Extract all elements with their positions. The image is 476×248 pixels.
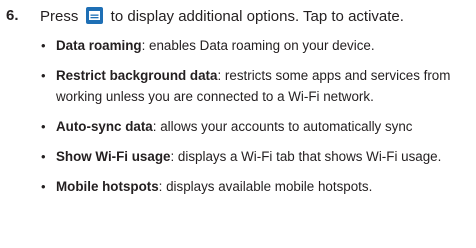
option-auto-sync-data: • Auto-sync data: allows your accounts to… [40,116,470,137]
option-term: Show Wi-Fi usage [56,149,171,164]
option-description: enables Data roaming on your device. [149,38,375,53]
menu-key-icon [85,7,103,24]
step-text-after-icon: to display additional options. Tap to ac… [106,8,404,25]
bullet-icon: • [41,38,46,53]
option-term: Auto-sync data [56,119,153,134]
option-separator: : [141,38,150,53]
option-separator: : [217,68,225,83]
option-restrict-background-data: • Restrict background data: restricts som… [40,65,470,107]
bullet-icon: • [41,68,46,83]
options-list: • Data roaming: enables Data roaming on y… [40,35,470,206]
option-term: Restrict background data [56,68,218,83]
option-description: allows your accounts to automatically sy… [160,119,413,134]
option-separator: : [170,149,178,164]
option-term: Mobile hotspots [56,179,159,194]
option-data-roaming: • Data roaming: enables Data roaming on y… [40,35,470,56]
option-separator: : [158,179,167,194]
option-description: displays a Wi-Fi tab that shows Wi-Fi us… [177,149,442,164]
step-number: 6. [6,7,19,24]
step-text-before-icon: Press [40,8,83,25]
option-mobile-hotspots: • Mobile hotspots: displays available mob… [40,176,470,197]
step-text: Press to display additional options. Tap… [40,7,404,26]
bullet-icon: • [41,119,46,134]
option-term: Data roaming [56,38,142,53]
bullet-icon: • [41,149,46,164]
option-show-wifi-usage: • Show Wi-Fi usage: displays a Wi-Fi tab … [40,146,470,167]
bullet-icon: • [41,179,46,194]
option-description: displays available mobile hotspots. [166,179,373,194]
